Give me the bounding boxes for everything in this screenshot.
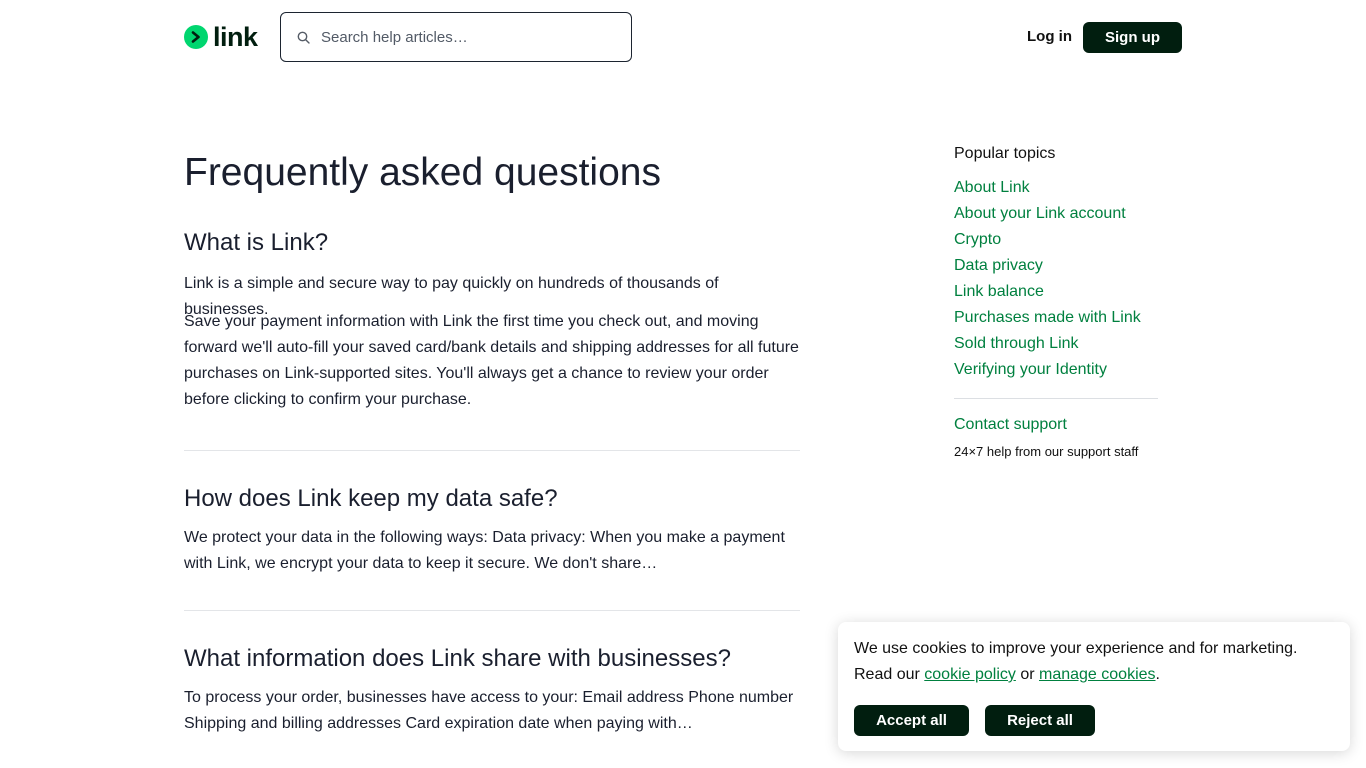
divider (184, 610, 800, 611)
question-title-what-is-link[interactable]: What is Link? (184, 228, 328, 258)
topic-item: Crypto (954, 230, 1141, 256)
question-title-info-shared[interactable]: What information does Link share with bu… (184, 644, 731, 674)
topic-link-data-privacy[interactable]: Data privacy (954, 257, 1043, 274)
link-logo[interactable]: link (184, 22, 258, 52)
reject-all-button[interactable]: Reject all (985, 705, 1095, 736)
topic-link-link-balance[interactable]: Link balance (954, 283, 1044, 300)
topic-item: About Link (954, 178, 1141, 204)
question-title-data-safe[interactable]: How does Link keep my data safe? (184, 484, 558, 514)
search-icon (297, 30, 311, 44)
logo-text: link (213, 22, 258, 52)
login-link[interactable]: Log in (1027, 28, 1072, 46)
accept-all-button[interactable]: Accept all (854, 705, 969, 736)
sidebar-divider (954, 398, 1158, 399)
cookie-text-part: . (1155, 666, 1160, 683)
topic-item: Verifying your Identity (954, 360, 1141, 386)
link-logo-arrow-icon (184, 25, 208, 49)
divider (184, 450, 800, 451)
signup-button[interactable]: Sign up (1083, 22, 1182, 53)
topic-item: About your Link account (954, 204, 1141, 230)
topic-link-about-link[interactable]: About Link (954, 179, 1030, 196)
cookie-text-part: or (1015, 666, 1039, 683)
topic-link-crypto[interactable]: Crypto (954, 231, 1001, 248)
cookie-banner: We use cookies to improve your experienc… (838, 622, 1350, 751)
search-input[interactable] (321, 22, 611, 52)
topic-link-sold-through[interactable]: Sold through Link (954, 335, 1079, 352)
contact-support-subtext: 24×7 help from our support staff (954, 444, 1139, 459)
topic-link-about-account[interactable]: About your Link account (954, 205, 1126, 222)
question-paragraph: To process your order, businesses have a… (184, 689, 794, 732)
question-paragraph: Save your payment information with Link … (184, 313, 799, 408)
page-title: Frequently asked questions (184, 151, 661, 194)
topic-link-verifying-identity[interactable]: Verifying your Identity (954, 361, 1107, 378)
cookie-policy-link[interactable]: cookie policy (924, 666, 1016, 683)
manage-cookies-link[interactable]: manage cookies (1039, 666, 1156, 683)
cookie-message: We use cookies to improve your experienc… (854, 636, 1334, 688)
search-box[interactable] (280, 12, 632, 62)
question-paragraph: We protect your data in the following wa… (184, 529, 785, 572)
topic-item: Link balance (954, 282, 1141, 308)
topic-item: Sold through Link (954, 334, 1141, 360)
topic-item: Purchases made with Link (954, 308, 1141, 334)
topic-item: Data privacy (954, 256, 1141, 282)
topic-link-purchases[interactable]: Purchases made with Link (954, 309, 1141, 326)
contact-support-link[interactable]: Contact support (954, 416, 1067, 434)
popular-topics-heading: Popular topics (954, 145, 1056, 162)
popular-topics-list: About Link About your Link account Crypt… (954, 178, 1141, 386)
